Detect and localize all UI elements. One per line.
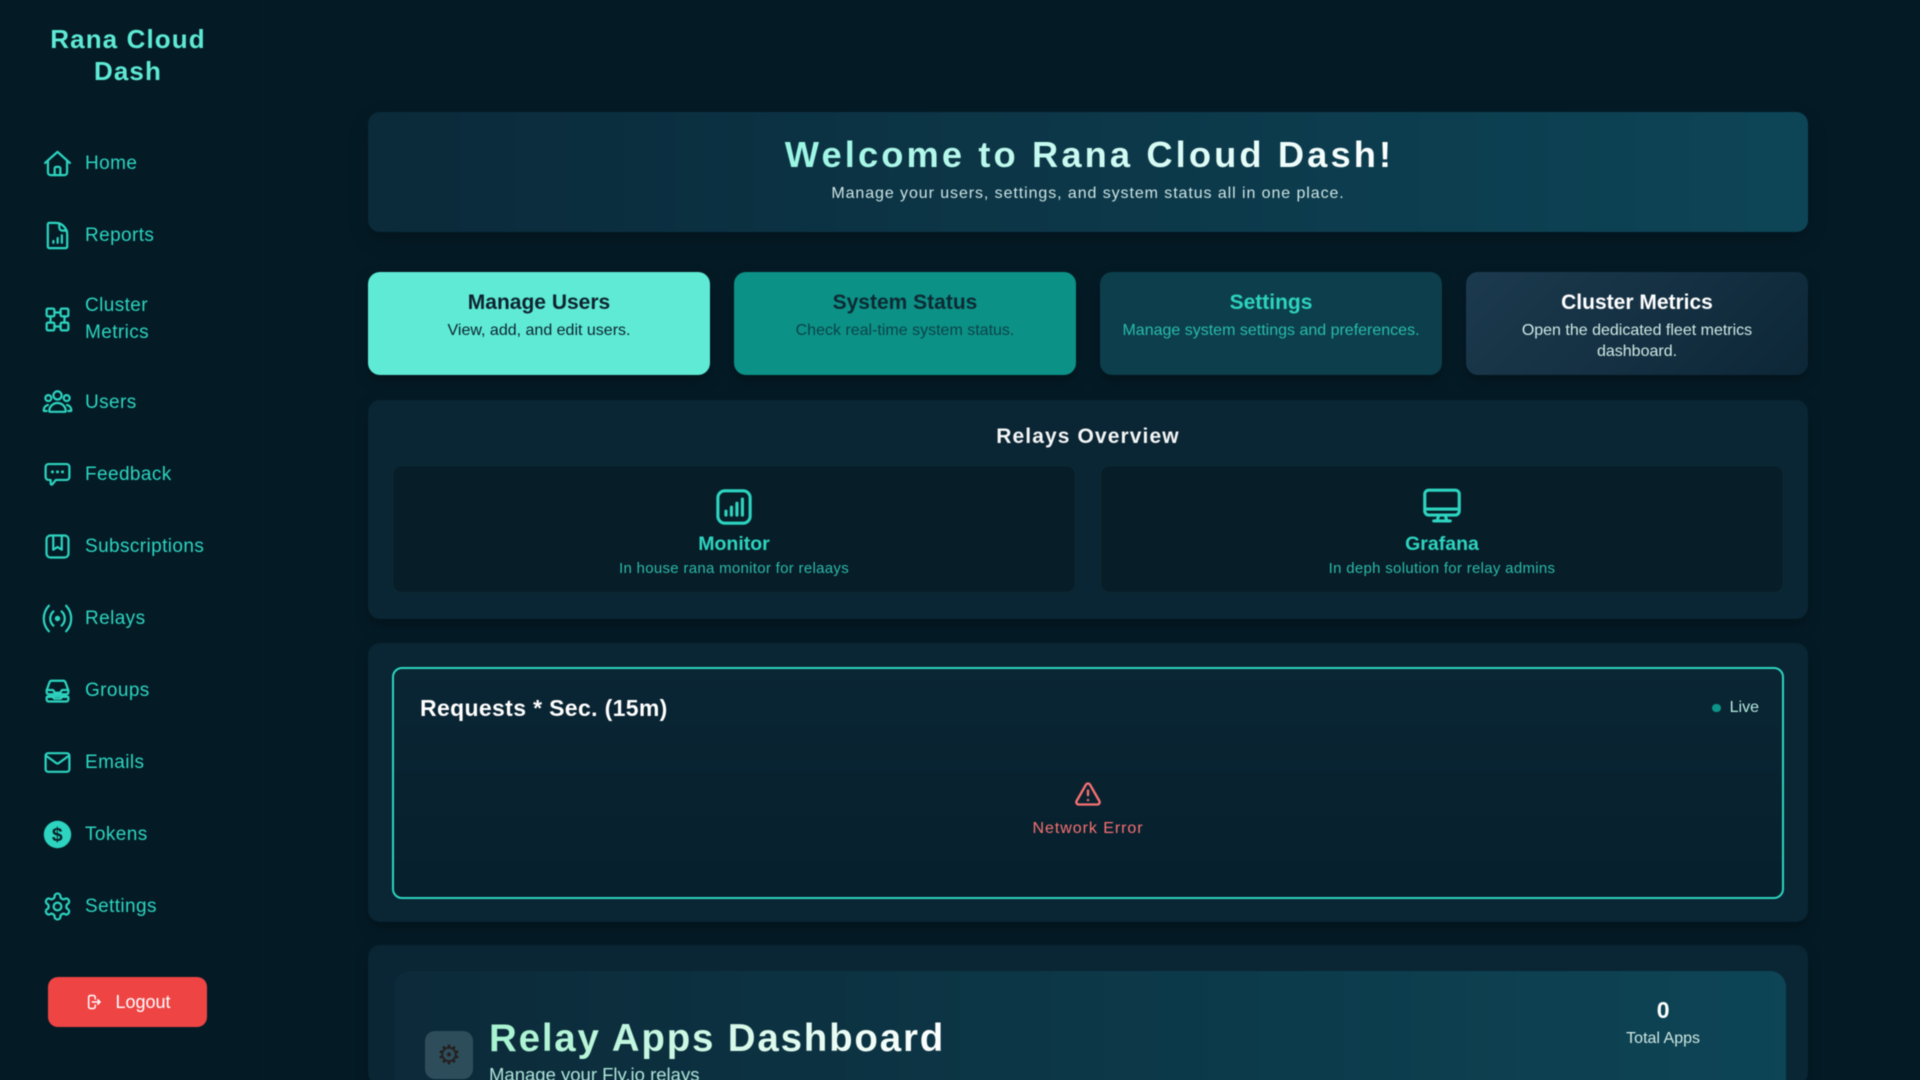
svg-text:$: $ (52, 824, 63, 846)
